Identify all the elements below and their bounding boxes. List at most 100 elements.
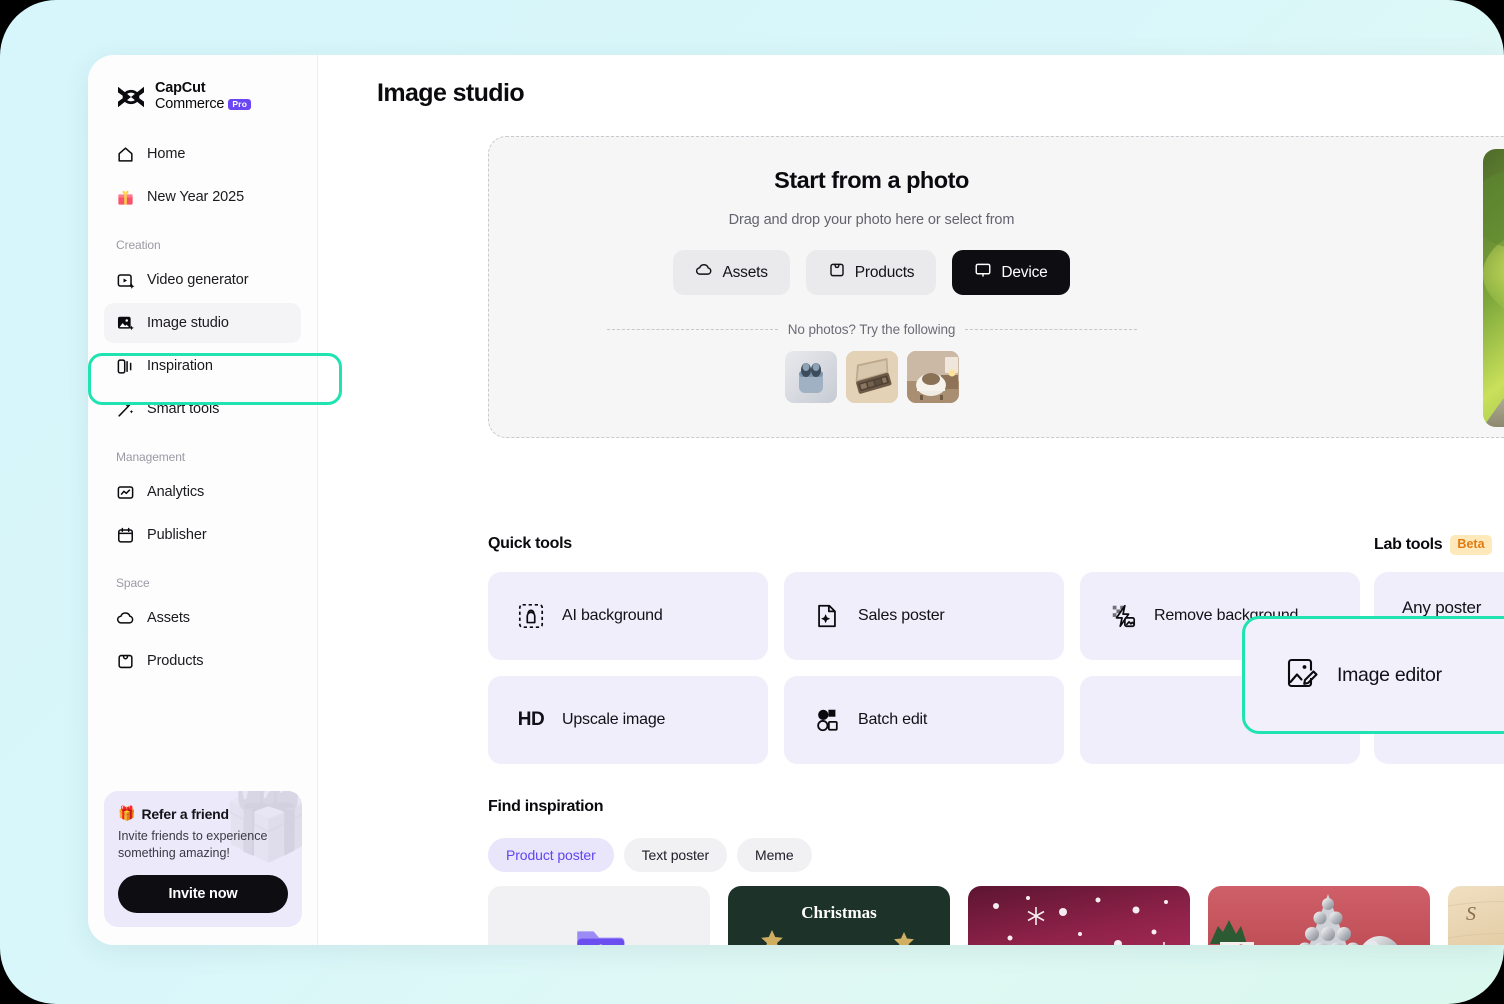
remove-background-icon xyxy=(1108,601,1138,631)
sidebar-item-assets[interactable]: Assets xyxy=(104,598,301,638)
divider-line-left xyxy=(607,329,778,330)
gallery-card-sand-texture[interactable]: S xyxy=(1448,886,1504,945)
sidebar-item-publisher[interactable]: Publisher xyxy=(104,515,301,555)
sidebar-item-image-studio[interactable]: Image studio xyxy=(104,303,301,343)
gallery-card-snowflakes[interactable] xyxy=(968,886,1190,945)
inspiration-icon xyxy=(116,357,135,376)
chip-product-poster[interactable]: Product poster xyxy=(488,838,614,872)
chip-text-poster[interactable]: Text poster xyxy=(624,838,727,872)
svg-text:Christmas: Christmas xyxy=(801,903,877,922)
capcut-logo-icon xyxy=(116,84,146,110)
gallery-card-gifts-tree[interactable] xyxy=(1208,886,1430,945)
sidebar-item-label: Video generator xyxy=(147,272,248,288)
assets-source-button[interactable]: Assets xyxy=(673,250,789,295)
refer-subtitle: Invite friends to experience something a… xyxy=(118,828,288,862)
no-photos-divider: No photos? Try the following xyxy=(607,322,1137,337)
start-panel-subtitle: Drag and drop your photo here or select … xyxy=(729,212,1015,228)
sidebar-item-home[interactable]: Home xyxy=(104,134,301,174)
sidebar-item-label: Image studio xyxy=(147,315,229,331)
tool-card-ai-background[interactable]: AI background xyxy=(488,572,768,660)
brand-name-line1: CapCut xyxy=(155,81,251,97)
sample-thumb-eyeshadow-palette[interactable] xyxy=(846,351,898,403)
device-source-button[interactable]: Device xyxy=(952,250,1069,295)
image-editor-icon xyxy=(1285,656,1319,695)
sample-thumb-earbuds[interactable] xyxy=(785,351,837,403)
sidebar-item-label: Assets xyxy=(147,610,190,626)
sidebar-item-label: Products xyxy=(147,653,203,669)
brand-logo[interactable]: CapCut Commerce Pro xyxy=(104,55,301,134)
lab-tools-heading: Lab tools xyxy=(1374,536,1442,554)
app-window: CapCut Commerce Pro Home xyxy=(88,55,1504,945)
sidebar-item-video-generator[interactable]: Video generator xyxy=(104,260,301,300)
monitor-icon xyxy=(974,261,992,284)
sidebar-group-space: Space xyxy=(104,558,301,598)
image-studio-icon xyxy=(116,314,135,333)
analytics-icon xyxy=(116,483,135,502)
find-inspiration-heading: Find inspiration xyxy=(488,798,603,816)
sidebar-item-inspiration[interactable]: Inspiration xyxy=(104,346,301,386)
batch-edit-icon xyxy=(812,705,842,735)
sidebar-group-management: Management xyxy=(104,432,301,472)
chip-meme[interactable]: Meme xyxy=(737,838,812,872)
refer-a-friend-card: 🎁 🎁 Refer a friend Invite friends to exp… xyxy=(104,791,302,927)
sidebar-item-new-year-2025[interactable]: New Year 2025 xyxy=(104,177,301,217)
refer-title: Refer a friend xyxy=(141,806,228,822)
tool-label: AI background xyxy=(562,607,663,625)
start-panel-title: Start from a photo xyxy=(774,167,969,194)
brand-name-line2: Commerce xyxy=(155,97,224,113)
device-source-label: Device xyxy=(1001,264,1047,282)
hd-icon: HD xyxy=(516,705,546,735)
cloud-icon xyxy=(695,261,713,284)
sidebar: CapCut Commerce Pro Home xyxy=(88,55,318,945)
beta-badge: Beta xyxy=(1450,535,1491,555)
gift-icon xyxy=(116,188,135,207)
sidebar-item-analytics[interactable]: Analytics xyxy=(104,472,301,512)
tool-card-batch-edit[interactable]: Batch edit xyxy=(784,676,1064,764)
tool-card-sales-poster[interactable]: Sales poster xyxy=(784,572,1064,660)
sidebar-item-label: Smart tools xyxy=(147,401,219,417)
smart-tools-icon xyxy=(116,400,135,419)
start-panel-source-buttons: Assets Products xyxy=(673,250,1069,295)
sample-photo-thumbnails xyxy=(785,351,959,403)
lab-tools-heading-wrap: Lab tools Beta xyxy=(1374,535,1492,555)
sidebar-item-label: Inspiration xyxy=(147,358,213,374)
svg-text:S: S xyxy=(1466,903,1476,925)
tool-label: Image editor xyxy=(1337,664,1442,687)
gallery-card-christmas[interactable]: Christmas xyxy=(728,886,950,945)
hd-icon-text: HD xyxy=(518,709,544,731)
tool-label: Batch edit xyxy=(858,711,927,729)
gift-small-icon: 🎁 xyxy=(118,805,135,822)
calendar-icon xyxy=(116,526,135,545)
cloud-icon xyxy=(116,609,135,628)
plan-badge: Pro xyxy=(228,99,251,111)
tool-label: Sales poster xyxy=(858,607,945,625)
lab-card-label: Any poster xyxy=(1402,598,1504,618)
sidebar-item-products[interactable]: Products xyxy=(104,641,301,681)
home-icon xyxy=(116,145,135,164)
sidebar-item-label: Analytics xyxy=(147,484,204,500)
sample-thumb-armchair[interactable] xyxy=(907,351,959,403)
bag-icon xyxy=(828,261,846,284)
tool-label: Upscale image xyxy=(562,711,665,729)
divider-text: No photos? Try the following xyxy=(788,322,956,337)
screenshot-canvas: CapCut Commerce Pro Home xyxy=(0,0,1504,1004)
ai-background-icon xyxy=(516,601,546,631)
inspiration-filter-chips: Product poster Text poster Meme xyxy=(488,838,812,872)
main-content: Image studio Start from a photo Drag and… xyxy=(318,55,1504,945)
start-from-photo-dropzone[interactable]: Start from a photo Drag and drop your ph… xyxy=(488,136,1504,438)
sidebar-item-smart-tools[interactable]: Smart tools xyxy=(104,389,301,429)
gallery-card-upload[interactable] xyxy=(488,886,710,945)
tool-card-upscale-image[interactable]: HD Upscale image xyxy=(488,676,768,764)
sidebar-item-label: Publisher xyxy=(147,527,207,543)
divider-line-right xyxy=(965,329,1136,330)
assets-source-label: Assets xyxy=(722,264,767,282)
hero-preview-photo xyxy=(1483,149,1504,427)
invite-now-button[interactable]: Invite now xyxy=(118,875,288,913)
sales-poster-icon xyxy=(812,601,842,631)
inspiration-gallery: Christmas xyxy=(488,886,1504,945)
sidebar-group-creation: Creation xyxy=(104,220,301,260)
products-source-button[interactable]: Products xyxy=(806,250,937,295)
quick-tools-heading: Quick tools xyxy=(488,535,572,553)
tool-card-image-editor[interactable]: Image editor xyxy=(1242,616,1504,734)
image-editor-icon-base xyxy=(1108,705,1138,735)
